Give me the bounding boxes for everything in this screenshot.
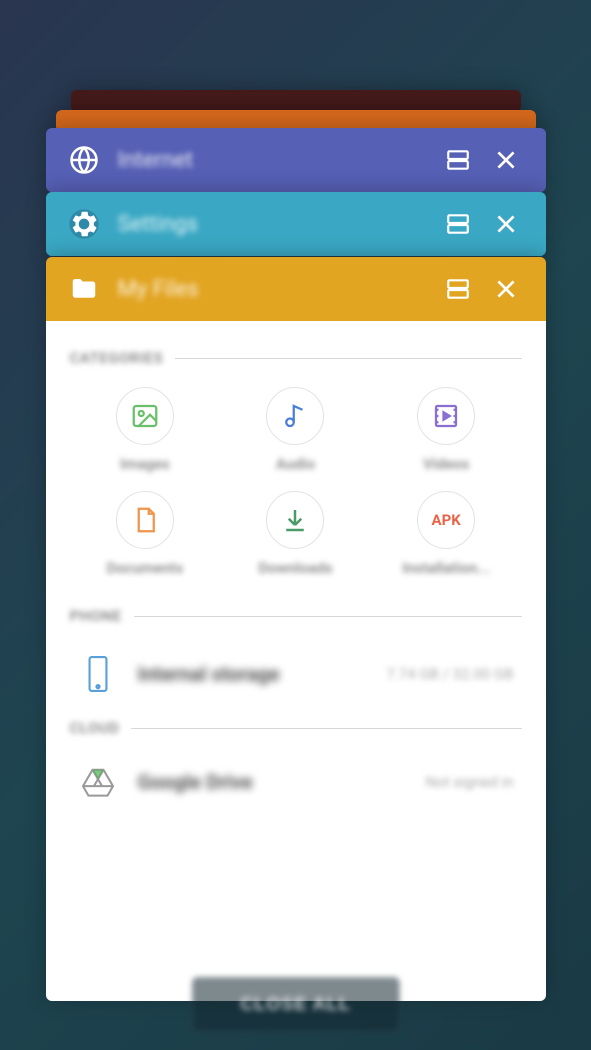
google-drive-row[interactable]: Google Drive Not signed in xyxy=(70,751,522,813)
categories-grid: Images Audio xyxy=(70,387,522,577)
document-icon xyxy=(116,491,174,549)
category-images[interactable]: Images xyxy=(70,387,221,473)
close-all-button[interactable]: CLOSE ALL xyxy=(191,977,399,1032)
image-icon xyxy=(116,387,174,445)
divider xyxy=(175,358,521,359)
globe-icon xyxy=(66,142,102,178)
section-header-categories: CATEGORIES xyxy=(70,349,522,367)
gear-icon xyxy=(66,206,102,242)
storage-meta: Not signed in xyxy=(425,773,513,791)
card-header: Internet xyxy=(46,128,546,192)
section-label: CLOUD xyxy=(70,719,120,737)
card-header: Settings xyxy=(46,192,546,256)
card-header: My Files xyxy=(46,257,546,321)
category-label: Images xyxy=(120,455,170,473)
internal-storage-row[interactable]: Internal storage 7.74 GB / 32.00 GB xyxy=(70,639,522,709)
storage-meta: 7.74 GB / 32.00 GB xyxy=(386,665,513,683)
phone-icon xyxy=(78,655,118,693)
close-icon[interactable] xyxy=(486,204,526,244)
category-label: Downloads xyxy=(258,559,332,577)
close-icon[interactable] xyxy=(486,140,526,180)
split-view-icon[interactable] xyxy=(438,204,478,244)
category-videos[interactable]: Videos xyxy=(371,387,522,473)
apk-icon: APK xyxy=(417,491,475,549)
recent-card-settings[interactable]: Settings xyxy=(46,192,546,256)
folder-icon xyxy=(66,271,102,307)
recent-card-myfiles[interactable]: My Files CATEGORIES xyxy=(46,257,546,1001)
category-documents[interactable]: Documents xyxy=(70,491,221,577)
audio-icon xyxy=(266,387,324,445)
app-title: Settings xyxy=(118,212,430,237)
recent-card-internet[interactable]: Internet xyxy=(46,128,546,192)
section-header-cloud: CLOUD xyxy=(70,719,522,737)
recent-card-peek[interactable] xyxy=(71,90,521,112)
app-title: My Files xyxy=(118,277,430,302)
split-view-icon[interactable] xyxy=(438,140,478,180)
download-icon xyxy=(266,491,324,549)
category-installation[interactable]: APK Installation... xyxy=(371,491,522,577)
section-header-phone: PHONE xyxy=(70,607,522,625)
section-label: PHONE xyxy=(70,607,122,625)
category-downloads[interactable]: Downloads xyxy=(220,491,371,577)
section-label: CATEGORIES xyxy=(70,349,164,367)
divider xyxy=(131,728,521,729)
app-title: Internet xyxy=(118,148,430,173)
split-view-icon[interactable] xyxy=(438,269,478,309)
category-label: Documents xyxy=(106,559,183,577)
drive-icon xyxy=(78,767,118,797)
category-label: Videos xyxy=(423,455,469,473)
myfiles-body: CATEGORIES Images xyxy=(46,321,546,1001)
close-icon[interactable] xyxy=(486,269,526,309)
divider xyxy=(134,616,522,617)
category-label: Installation... xyxy=(402,559,490,577)
recents-stack: Internet Settings xyxy=(0,0,591,85)
video-icon xyxy=(417,387,475,445)
storage-name: Internal storage xyxy=(138,662,387,686)
storage-name: Google Drive xyxy=(138,770,426,794)
category-label: Audio xyxy=(276,455,315,473)
category-audio[interactable]: Audio xyxy=(220,387,371,473)
